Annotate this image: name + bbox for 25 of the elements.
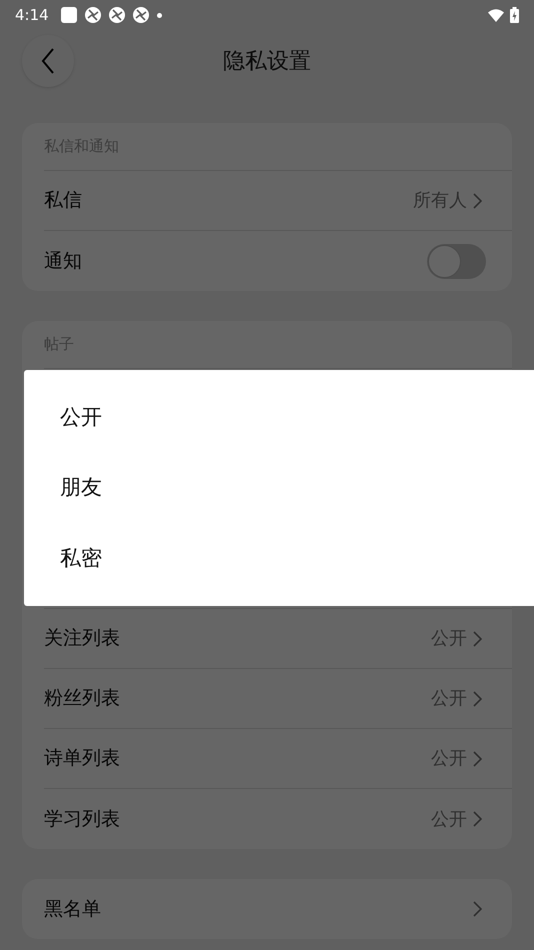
dialog-option[interactable]: 朋友 [60, 472, 102, 504]
toggle-switch[interactable] [427, 244, 486, 278]
wifi-icon [488, 8, 504, 22]
chevron-icon [473, 630, 482, 646]
row-label: 黑名单 [44, 896, 102, 922]
dialog-option[interactable]: 公开 [60, 402, 102, 434]
chevron-icon [473, 750, 482, 766]
row-label: 学习列表 [44, 806, 121, 832]
battery-charging-icon [510, 7, 519, 23]
row-label: 通知 [44, 248, 83, 274]
page-title: 隐私设置 [223, 48, 311, 76]
chevron-icon [473, 901, 482, 917]
dialog-option[interactable]: 私密 [60, 542, 102, 574]
chevron-icon [473, 811, 482, 827]
row-label: 私信 [44, 188, 83, 214]
row-label: 诗单列表 [44, 746, 121, 772]
row-label: 关注列表 [44, 626, 121, 652]
square-notification-icon [60, 7, 77, 23]
row-label: 粉丝列表 [44, 686, 121, 712]
chevron-icon [473, 192, 482, 208]
chevron-icon [473, 690, 482, 706]
back-icon [41, 48, 55, 74]
dot-icon [156, 12, 162, 18]
back-button[interactable] [22, 35, 74, 87]
status-time: 4:14 [15, 4, 49, 26]
